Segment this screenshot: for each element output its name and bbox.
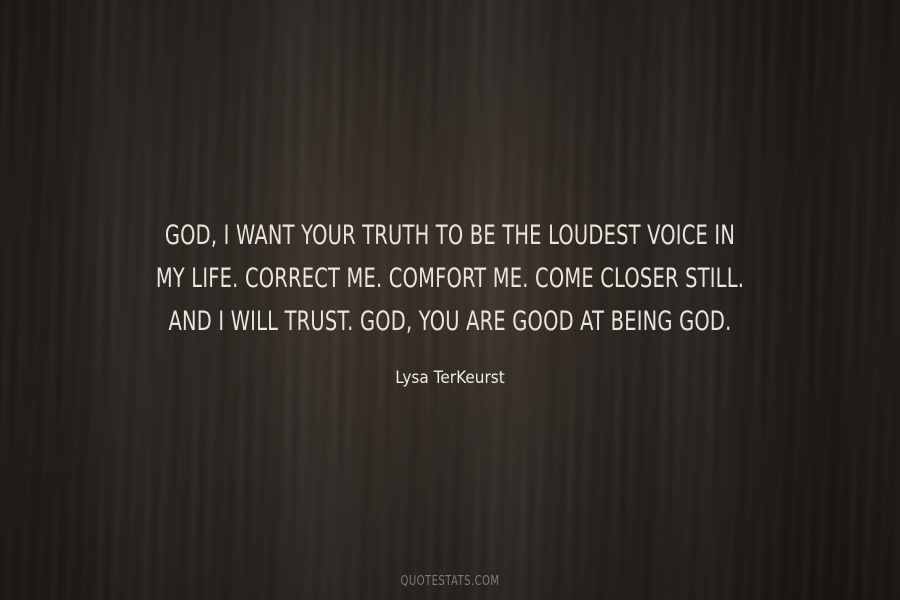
quote-text: God, I want Your Truth to be the loudest… <box>126 214 774 343</box>
quote-card: God, I want Your Truth to be the loudest… <box>0 0 900 600</box>
quote-author: Lysa TerKeurst <box>395 368 505 388</box>
quote-line-3: And I will trust. God, You are good at b… <box>168 306 732 337</box>
source-watermark: QUOTESTATS.COM <box>400 574 500 589</box>
quote-line-1: God, I want Your Truth to be the loudest… <box>164 220 736 251</box>
quote-line-2: my life. Correct me. Comfort me. Come cl… <box>155 263 745 294</box>
